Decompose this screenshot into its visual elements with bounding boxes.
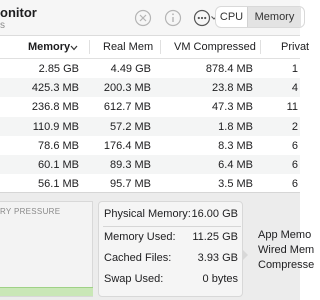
cell-vm-compressed: 23.8 MB [212, 82, 253, 95]
cell-vm-compressed: 47.3 MB [212, 101, 253, 114]
sort-descending-icon [70, 45, 78, 51]
table-row[interactable]: 425.3 MB 200.3 MB 23.8 MB 4 [0, 78, 300, 98]
breakdown-app-memory: App Memo [258, 229, 312, 241]
cell-vm-compressed: 6.4 MB [218, 158, 253, 171]
stat-label: Cached Files: [104, 252, 172, 264]
table-row[interactable]: 56.1 MB 95.7 MB 3.5 MB 6 [0, 174, 300, 193]
cell-memory: 425.3 MB [31, 82, 79, 95]
column-header-vm-compressed[interactable]: VM Compressed [174, 41, 256, 53]
stat-label: Memory Used: [104, 231, 176, 243]
table-row[interactable]: 78.6 MB 176.4 MB 8.3 MB 6 [0, 136, 300, 155]
stat-label: Swap Used: [104, 273, 164, 285]
stop-x-icon[interactable] [133, 8, 153, 28]
stat-value: 11.25 GB [192, 231, 238, 243]
cell-real-mem: 176.4 MB [103, 139, 151, 152]
cell-private: 1 [291, 63, 298, 75]
memory-stats-box: Physical Memory: 16.00 GB Memory Used: 1… [98, 201, 243, 297]
window-subtitle: s [0, 20, 5, 31]
cell-private: 6 [291, 178, 298, 191]
stat-physical-memory: Physical Memory: 16.00 GB [99, 208, 244, 224]
breakdown-wired-memory: Wired Mem [258, 244, 315, 256]
table-row[interactable]: 60.1 MB 89.3 MB 6.4 MB 6 [0, 154, 300, 175]
column-header-real-mem[interactable]: Real Mem [103, 41, 153, 53]
table-row[interactable]: 236.8 MB 612.7 MB 47.3 MB 11 [0, 97, 300, 116]
cell-private: 2 [291, 120, 298, 133]
cell-memory: 56.1 MB [38, 178, 79, 191]
cell-memory: 236.8 MB [31, 101, 79, 114]
stat-label: Physical Memory: [104, 208, 191, 220]
callout-caret [242, 249, 248, 261]
toolbar: onitor s CPU Memory [0, 0, 305, 36]
column-separator [89, 40, 90, 54]
cell-vm-compressed: 3.5 MB [218, 178, 253, 191]
table-header: Memory Real Mem VM Compressed Privat [0, 36, 309, 59]
cell-memory: 60.1 MB [38, 158, 79, 171]
cell-vm-compressed: 8.3 MB [218, 139, 253, 152]
memory-pressure-label: RY PRESSURE [0, 207, 61, 216]
memory-summary-panel: RY PRESSURE Physical Memory: 16.00 GB Me… [0, 192, 314, 300]
stat-cached-files: Cached Files: 3.93 GB [99, 252, 244, 268]
info-icon[interactable] [163, 8, 183, 28]
table-row[interactable]: 110.9 MB 57.2 MB 1.8 MB 2 [0, 116, 300, 136]
table-row[interactable]: 2.85 GB 4.49 GB 878.4 MB 1 [0, 59, 300, 78]
column-header-private[interactable]: Privat [281, 41, 309, 53]
stat-value: 3.93 GB [197, 252, 238, 264]
cell-private: 6 [291, 139, 298, 152]
process-table: 2.85 GB 4.49 GB 878.4 MB 1 425.3 MB 200.… [0, 59, 300, 193]
view-segmented-control: CPU Memory [215, 6, 305, 28]
cell-private: 11 [286, 101, 298, 114]
stat-swap-used: Swap Used: 0 bytes [99, 273, 244, 289]
cell-real-mem: 89.3 MB [110, 158, 151, 171]
cell-memory: 78.6 MB [38, 139, 79, 152]
tab-memory[interactable]: Memory [247, 7, 301, 27]
cell-real-mem: 4.49 GB [110, 63, 151, 75]
cell-vm-compressed: 1.8 MB [218, 120, 253, 133]
cell-real-mem: 95.7 MB [110, 178, 151, 191]
column-separator [260, 40, 261, 54]
stat-memory-used: Memory Used: 11.25 GB [99, 231, 244, 247]
cell-real-mem: 612.7 MB [103, 101, 151, 114]
stat-value: 16.00 GB [191, 208, 238, 220]
cell-memory: 2.85 GB [38, 63, 79, 75]
breakdown-compressed: Compresse [258, 259, 315, 271]
more-ellipsis-icon[interactable] [193, 8, 217, 28]
window-title: onitor [0, 5, 37, 20]
cell-real-mem: 57.2 MB [110, 120, 151, 133]
cell-private: 4 [291, 82, 298, 95]
column-separator [160, 40, 161, 54]
cell-private: 6 [291, 158, 298, 171]
stat-divider [103, 226, 241, 227]
stat-value: 0 bytes [202, 273, 238, 285]
cell-real-mem: 200.3 MB [103, 82, 151, 95]
memory-pressure-graph: RY PRESSURE [0, 201, 93, 297]
cell-vm-compressed: 878.4 MB [205, 63, 253, 75]
memory-pressure-fill [0, 287, 93, 296]
cell-memory: 110.9 MB [32, 120, 79, 133]
tab-cpu[interactable]: CPU [216, 7, 247, 27]
column-header-memory[interactable]: Memory [28, 41, 70, 53]
